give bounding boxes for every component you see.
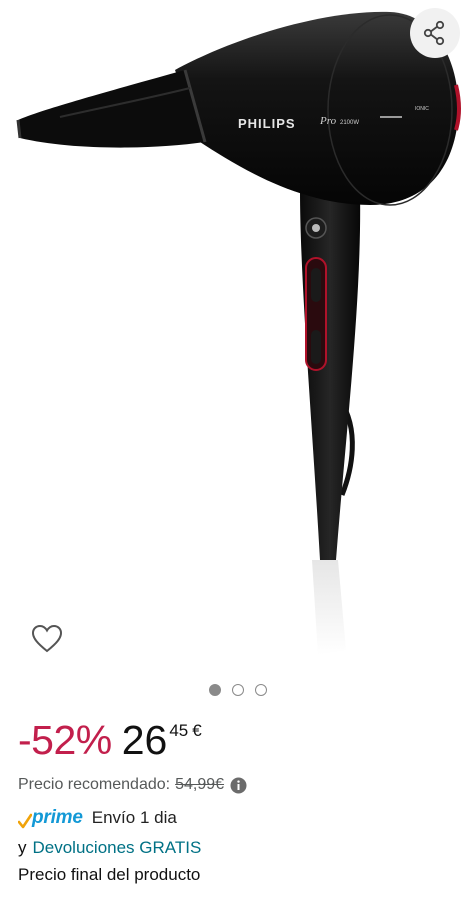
recommended-price-label: Precio recomendado: — [18, 776, 171, 793]
info-icon[interactable] — [230, 777, 247, 794]
brand-print: PHILIPS — [238, 116, 296, 131]
ionic-print: IONIC — [415, 106, 429, 112]
gallery-dot-3[interactable] — [254, 684, 267, 696]
recommended-price-value: 54,99€ — [175, 776, 225, 793]
returns-connector: y — [18, 838, 27, 857]
prime-delivery: prime Envío 1 dia — [18, 805, 177, 831]
discount-percentage: -52% — [18, 717, 112, 763]
product-image-gallery[interactable]: PHILIPS Pro 2100W IONIC — [0, 0, 475, 700]
wattage-print: 2100W — [340, 120, 359, 126]
prime-logo: prime — [18, 807, 83, 829]
delivery-text: Envío 1 dia — [91, 808, 177, 827]
price-fraction: 45 — [169, 721, 189, 740]
prime-check-icon — [18, 813, 32, 829]
product-image[interactable]: PHILIPS Pro 2100W IONIC — [0, 0, 475, 680]
price-whole: 26 — [121, 717, 168, 763]
add-to-wishlist-button[interactable] — [26, 618, 68, 660]
gallery-dot-2[interactable] — [231, 684, 244, 696]
free-returns: y Devoluciones GRATIS — [18, 835, 201, 861]
final-price-note: Precio final del producto — [18, 862, 200, 888]
price-block: -52% 26 45 € — [18, 712, 202, 772]
price-currency: € — [192, 721, 202, 740]
heart-outline-icon — [31, 624, 63, 653]
prime-label: prime — [32, 807, 83, 828]
final-price-text: Precio final del producto — [18, 865, 201, 884]
model-print: Pro — [319, 115, 337, 127]
recommended-price: Precio recomendado: 54,99€ — [18, 773, 247, 797]
gallery-pagination — [0, 684, 475, 696]
share-button[interactable] — [410, 8, 460, 58]
gallery-dot-1[interactable] — [208, 684, 221, 696]
free-returns-link[interactable]: Devoluciones GRATIS — [33, 838, 202, 858]
share-icon — [423, 20, 445, 46]
